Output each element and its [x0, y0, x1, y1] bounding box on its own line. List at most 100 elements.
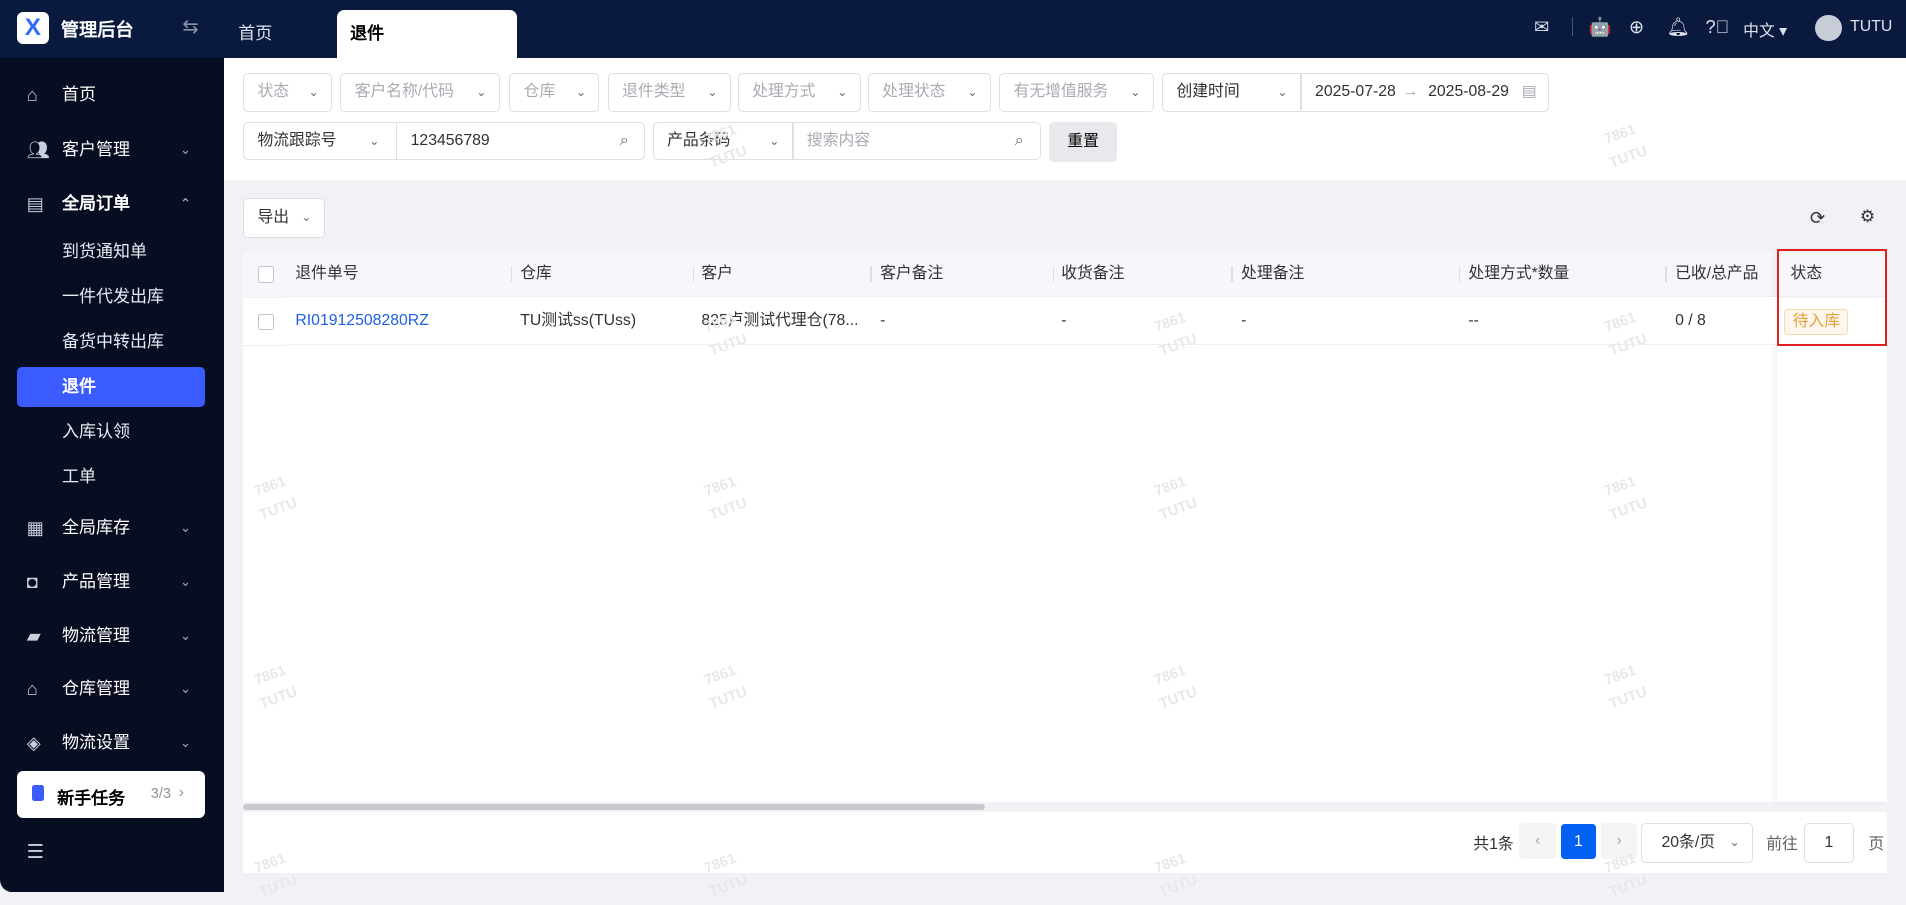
- divider: [1300, 73, 1302, 111]
- chevron-down-icon: ⌄: [179, 681, 192, 697]
- box-icon: ◈: [26, 731, 41, 753]
- reset-button[interactable]: 重置: [1049, 121, 1118, 162]
- swap-icon[interactable]: ⇆: [182, 15, 198, 39]
- row-checkbox-cell: [243, 297, 286, 347]
- cell-customer: 825卢测试代理仓(78...: [692, 297, 871, 346]
- return-no-link[interactable]: RI01912508280RZ: [285, 297, 511, 346]
- sidebar: ⌂ 首页 👥︎ 客户管理 ⌄ ▤ 全局订单 ⌃ 到货通知单 一件代发出库 备货中转出库 退…: [0, 58, 224, 893]
- cell-warehouse: TU测试ss(TUss): [510, 297, 693, 346]
- status-select[interactable]: 状态 ⌄: [243, 72, 332, 112]
- page-suffix: 页: [1868, 836, 1885, 854]
- date-start[interactable]: 2025-07-28: [1315, 74, 1396, 110]
- store-icon: ⌂: [26, 678, 38, 700]
- inbox-icon[interactable]: ✉: [1534, 16, 1549, 38]
- sidebar-sub-arrival[interactable]: 到货通知单: [17, 232, 205, 272]
- label: 客户管理: [61, 139, 130, 159]
- help-icon[interactable]: ?⃝: [1705, 16, 1729, 38]
- warehouse-select[interactable]: 仓库 ⌄: [509, 72, 600, 112]
- prev-page-button[interactable]: ‹: [1519, 822, 1556, 860]
- collapse-menu-icon[interactable]: ☰: [27, 840, 44, 864]
- sidebar-item-home[interactable]: ⌂ 首页: [0, 73, 224, 117]
- sidebar-sub-transfer[interactable]: 备货中转出库: [17, 322, 205, 362]
- divider: [1571, 17, 1573, 37]
- search-icon[interactable]: ⌕: [1015, 123, 1024, 159]
- bag-icon: ◘: [26, 571, 38, 593]
- col-process-note: 处理备注: [1231, 251, 1459, 297]
- robot-icon[interactable]: 🤖: [1589, 16, 1612, 38]
- tab-returns[interactable]: 退件: [336, 9, 517, 59]
- sidebar-item-warehouse[interactable]: ⌂ 仓库管理 ⌄: [0, 667, 224, 711]
- col-method-qty: 处理方式*数量: [1458, 251, 1666, 297]
- date-type-select[interactable]: 创建时间: [1176, 83, 1239, 100]
- column-settings-icon[interactable]: ⚙: [1860, 207, 1875, 227]
- sidebar-sub-ticket[interactable]: 工单: [17, 457, 205, 497]
- col-received: 已收/总产品: [1665, 251, 1778, 297]
- placeholder: 仓库: [523, 82, 556, 100]
- sidebar-item-customers[interactable]: 👥︎ 客户管理 ⌄: [0, 128, 224, 172]
- cell-received: 0 / 8: [1665, 297, 1778, 346]
- bell-icon[interactable]: 🔔︎: [1667, 16, 1690, 38]
- user-name[interactable]: TUTU: [1850, 18, 1892, 36]
- placeholder: 退件类型: [622, 82, 686, 100]
- row-checkbox[interactable]: [257, 313, 275, 331]
- date-end[interactable]: 2025-08-29: [1428, 74, 1509, 110]
- col-return-no: 退件单号: [285, 251, 511, 297]
- sidebar-item-products[interactable]: ◘ 产品管理 ⌄: [0, 560, 224, 604]
- newbie-task-button[interactable]: 新手任务 3/3 ›: [17, 770, 206, 819]
- calendar-icon[interactable]: ▤: [1522, 74, 1537, 110]
- task-label: 新手任务: [57, 789, 126, 809]
- return-type-select[interactable]: 退件类型 ⌄: [607, 72, 731, 112]
- users-icon: 👥︎: [26, 138, 50, 160]
- export-button[interactable]: 导出 ⌄: [243, 198, 325, 239]
- task-icon: [31, 785, 44, 802]
- download-icon[interactable]: ⊕: [1629, 16, 1644, 38]
- app-title: 管理后台: [60, 18, 134, 40]
- refresh-icon[interactable]: ⟳: [1810, 207, 1825, 229]
- page-size-select[interactable]: 20条/页 ⌄: [1641, 822, 1753, 864]
- chevron-down-icon: ⌄: [179, 627, 192, 643]
- divider: [396, 122, 398, 159]
- sidebar-item-orders[interactable]: ▤ 全局订单 ⌃: [0, 182, 224, 226]
- tracking-type-select[interactable]: 物流跟踪号: [257, 132, 336, 149]
- sidebar-item-inventory[interactable]: ▦ 全局库存 ⌄: [0, 506, 224, 550]
- cell-process-note: -: [1231, 297, 1459, 346]
- filter-panel: 状态 ⌄ 客户名称/代码 ⌄ 仓库 ⌄ 退件类型 ⌄ 处理方式 ⌄ 处理状态 ⌄ 有无增值服…: [223, 58, 1906, 180]
- avatar[interactable]: [1814, 14, 1842, 42]
- sidebar-sub-claim[interactable]: 入库认领: [17, 412, 205, 452]
- tracking-filter: 物流跟踪号 ⌄ 123456789 ⌕: [243, 121, 646, 161]
- chevron-down-icon: ⌄: [837, 84, 848, 99]
- chevron-down-icon: ⌄: [179, 141, 192, 157]
- truck-icon: ▰: [26, 624, 41, 646]
- value-added-select[interactable]: 有无增值服务 ⌄: [999, 72, 1154, 112]
- col-receive-note: 收货备注: [1052, 251, 1232, 297]
- returns-table: 退件单号 仓库 客户 客户备注 收货备注 处理备注 处理方式*数量 已收/总产品…: [243, 251, 1887, 810]
- tracking-input[interactable]: 123456789: [411, 123, 490, 159]
- process-status-select[interactable]: 处理状态 ⌄: [867, 72, 991, 112]
- product-search-input[interactable]: 搜索内容: [807, 123, 870, 159]
- chevron-down-icon: ⌄: [308, 84, 319, 99]
- sidebar-sub-returns[interactable]: 退件: [17, 367, 206, 408]
- product-type-select[interactable]: 产品条码: [667, 132, 730, 149]
- label: 全局库存: [61, 517, 130, 537]
- top-bar: X 管理后台 ⇆ 首页 退件 ✉ 🤖 ⊕ 🔔︎ ?⃝ 中文 ▾ TUTU: [0, 0, 1906, 59]
- sidebar-item-logistics[interactable]: ▰ 物流管理 ⌄: [0, 614, 224, 658]
- chevron-down-icon: ⌄: [967, 84, 978, 99]
- next-page-button[interactable]: ›: [1600, 822, 1638, 860]
- tab-home[interactable]: 首页: [238, 10, 272, 59]
- select-all-checkbox[interactable]: [257, 266, 275, 283]
- placeholder: 有无增值服务: [1013, 82, 1109, 100]
- language-select[interactable]: 中文 ▾: [1743, 18, 1787, 41]
- chevron-down-icon: ⌄: [575, 84, 587, 99]
- logo: X: [17, 12, 49, 44]
- goto-page-input[interactable]: 1: [1803, 822, 1854, 864]
- page-1-button[interactable]: 1: [1560, 824, 1597, 860]
- horizontal-scrollbar[interactable]: [243, 803, 985, 810]
- sidebar-sub-dropship[interactable]: 一件代发出库: [17, 277, 205, 317]
- highlight-box: [1777, 249, 1887, 347]
- task-progress: 3/3: [150, 786, 171, 803]
- search-icon[interactable]: ⌕: [620, 123, 629, 159]
- col-customer: 客户: [692, 251, 871, 297]
- process-method-select[interactable]: 处理方式 ⌄: [737, 72, 861, 112]
- sidebar-item-logistics-settings[interactable]: ◈ 物流设置 ⌄: [0, 721, 224, 765]
- customer-select[interactable]: 客户名称/代码 ⌄: [340, 72, 500, 112]
